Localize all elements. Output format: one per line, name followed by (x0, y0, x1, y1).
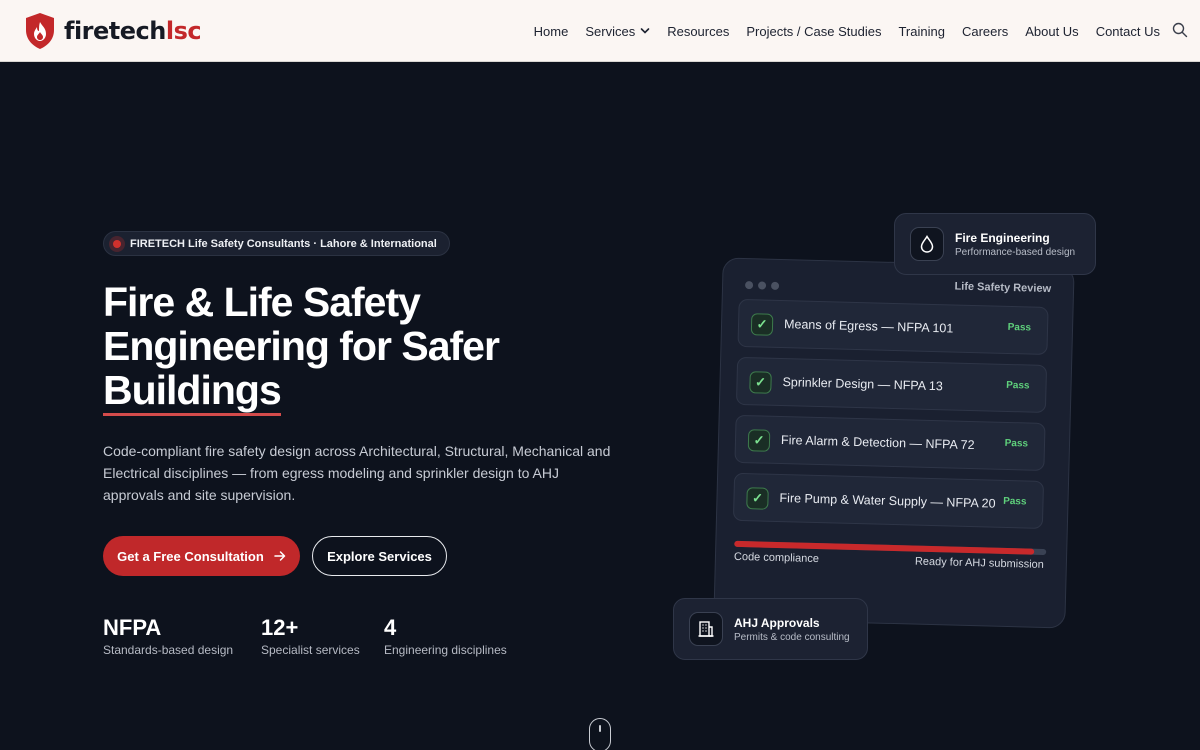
pass-badge: Pass (1003, 495, 1027, 508)
stat-label: Standards-based design (103, 643, 234, 657)
checkmark-icon: ✓ (749, 371, 772, 394)
review-item: ✓ Sprinkler Design — NFPA 13 Pass (735, 356, 1048, 413)
shield-flame-icon (26, 13, 54, 49)
fire-engineering-title: Fire Engineering (955, 230, 1050, 245)
ahj-approvals-subtitle: Permits & code consulting (734, 631, 850, 643)
site-header: firetechlsc Home Services Resources Proj… (0, 0, 1200, 62)
checkmark-icon: ✓ (747, 429, 771, 452)
review-item: ✓ Means of Egress — NFPA 101 Pass (737, 298, 1049, 355)
stat-value: 12+ (261, 615, 299, 640)
checkmark-icon: ✓ (750, 313, 774, 336)
nav-careers[interactable]: Careers (962, 24, 1008, 39)
search-icon[interactable] (1172, 22, 1188, 38)
pass-badge: Pass (1007, 321, 1032, 334)
explore-services-label: Explore Services (327, 548, 432, 564)
free-consultation-label: Get a Free Consultation (117, 548, 264, 564)
ahj-approvals-title: AHJ Approvals (734, 615, 820, 630)
stat-nfpa: NFPA Standards-based design (103, 614, 233, 657)
nav-projects[interactable]: Projects / Case Studies (746, 24, 881, 39)
nav-services[interactable]: Services (585, 24, 650, 39)
nav-contact[interactable]: Contact Us (1096, 24, 1160, 39)
hero-title-line-1: Fire & Life Safety (103, 279, 421, 325)
chevron-down-icon (640, 28, 650, 34)
nav-home[interactable]: Home (534, 24, 569, 39)
hero-title: Fire & Life Safety Engineering for Safer… (103, 280, 623, 416)
pass-badge: Pass (1004, 437, 1029, 450)
window-dots (744, 281, 780, 290)
review-title: Life Safety Review (954, 280, 1052, 296)
brand-logo[interactable]: firetechlsc (24, 12, 202, 50)
life-safety-review-card: Life Safety Review ✓ Means of Egress — N… (713, 257, 1075, 629)
stat-services: 12+ Specialist services (261, 614, 360, 657)
stat-label: Specialist services (261, 643, 360, 657)
badge-text: FIRETECH Life Safety Consultants · Lahor… (130, 237, 437, 250)
fire-engineering-subtitle: Performance-based design (955, 246, 1076, 258)
review-item-label: Fire Alarm & Detection — NFPA 72 (780, 433, 975, 453)
checkmark-icon: ✓ (746, 487, 769, 510)
review-item-label: Fire Pump & Water Supply — NFPA 20 (779, 491, 996, 511)
nav-training[interactable]: Training (898, 24, 944, 39)
review-item-label: Means of Egress — NFPA 101 (783, 317, 954, 336)
droplet-icon (910, 227, 944, 261)
nav-resources[interactable]: Resources (667, 24, 729, 39)
stat-label: Engineering disciplines (384, 643, 507, 657)
hero-title-line-2: Engineering for Safer (103, 323, 500, 369)
brand-name: firetechlsc (64, 17, 202, 45)
badge-dot-icon (113, 239, 121, 248)
hero-badge: FIRETECH Life Safety Consultants · Lahor… (103, 231, 450, 256)
progress-status: Ready for AHJ submission (914, 555, 1045, 571)
stat-value: 4 (384, 615, 397, 640)
stat-disciplines: 4 Engineering disciplines (384, 614, 507, 657)
review-item-label: Sprinkler Design — NFPA 13 (782, 375, 943, 394)
ahj-approvals-card: AHJ Approvals Permits & code consulting (673, 598, 868, 660)
explore-services-button[interactable]: Explore Services (312, 536, 447, 576)
review-item: ✓ Fire Pump & Water Supply — NFPA 20 Pas… (732, 472, 1045, 529)
scroll-mouse-icon[interactable] (589, 718, 611, 750)
arrow-right-icon (274, 551, 286, 561)
review-item: ✓ Fire Alarm & Detection — NFPA 72 Pass (734, 414, 1046, 471)
nav-services-label: Services (585, 23, 636, 39)
stat-value: NFPA (103, 615, 162, 640)
progress-label: Code compliance (733, 550, 820, 566)
free-consultation-button[interactable]: Get a Free Consultation (103, 536, 300, 576)
pass-badge: Pass (1006, 379, 1030, 392)
main-nav: Home Services Resources Projects / Case … (534, 0, 1160, 62)
building-icon (689, 612, 723, 646)
fire-engineering-card: Fire Engineering Performance-based desig… (894, 213, 1096, 275)
hero-title-line-3: Buildings (103, 368, 282, 416)
nav-about[interactable]: About Us (1025, 24, 1078, 39)
hero-description: Code-compliant fire safety design across… (103, 443, 611, 503)
